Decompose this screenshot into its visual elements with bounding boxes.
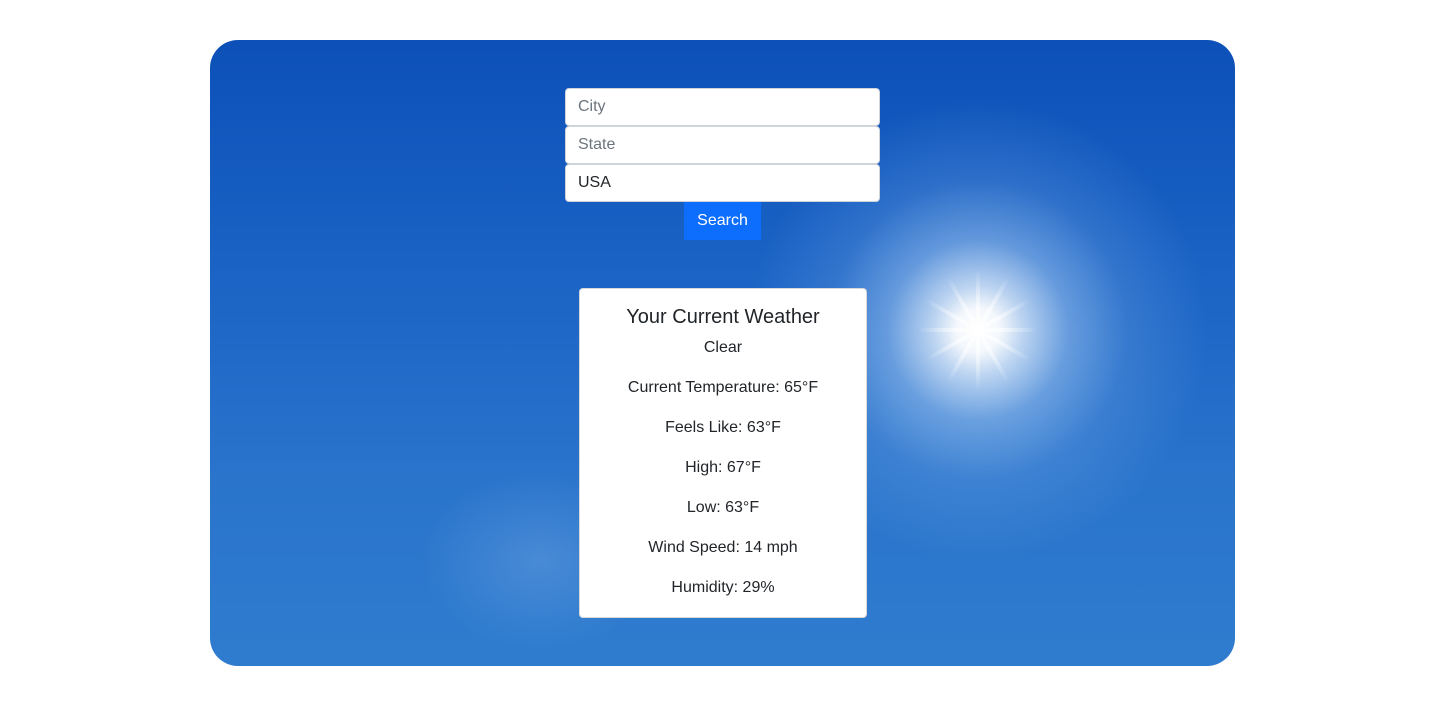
low-temperature: Low: 63°F [686, 499, 760, 516]
feels-like-temperature: Feels Like: 63°F [665, 419, 781, 436]
city-input[interactable] [565, 88, 880, 126]
weather-condition: Clear [703, 339, 743, 356]
location-search-form: Search [565, 88, 880, 240]
current-weather-card: Your Current Weather Clear Current Tempe… [579, 288, 867, 618]
state-input[interactable] [565, 126, 880, 164]
humidity: Humidity: 29% [671, 579, 775, 596]
current-temperature: Current Temperature: 65°F [627, 379, 819, 396]
country-input[interactable] [565, 164, 880, 202]
search-button[interactable]: Search [684, 202, 761, 240]
card-title: Your Current Weather [626, 306, 820, 328]
sun-icon [918, 270, 1038, 390]
high-temperature: High: 67°F [685, 459, 761, 476]
weather-app-panel: Search Your Current Weather Clear Curren… [210, 40, 1235, 666]
wind-speed: Wind Speed: 14 mph [648, 539, 798, 556]
